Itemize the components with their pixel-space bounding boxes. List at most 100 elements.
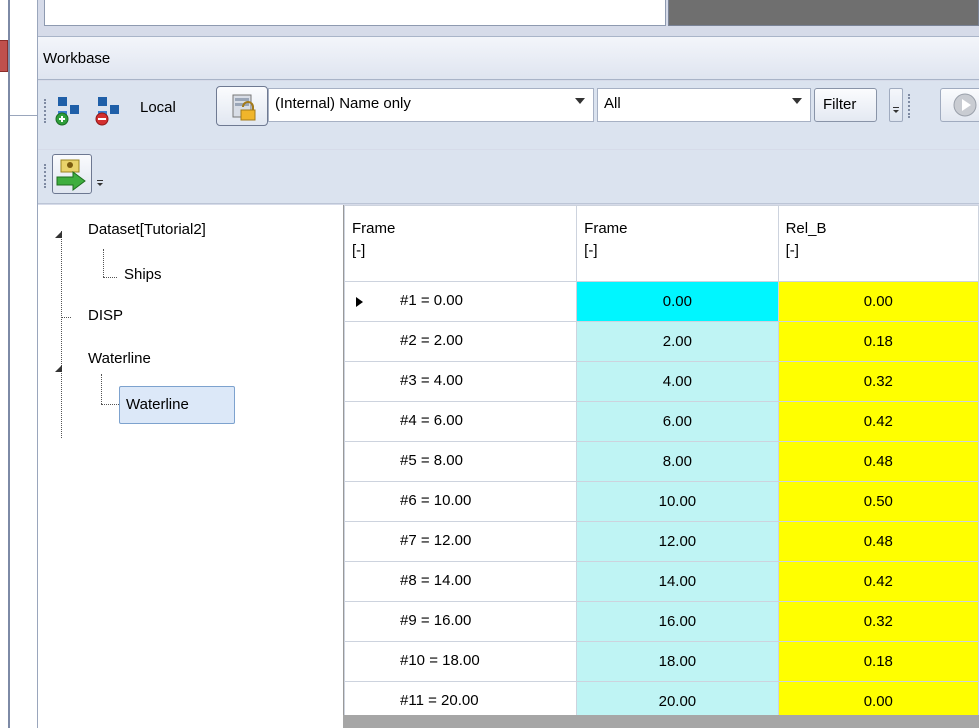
row-header[interactable]: #4 = 6.00 [343, 401, 578, 442]
lock-db-icon [232, 94, 256, 121]
workbase-toolbar: Local (Internal) Name only All Filter [38, 81, 979, 149]
remove-dataset-icon[interactable] [90, 85, 128, 129]
cell-rel-b[interactable]: 0.48 [777, 441, 979, 482]
data-grid: Frame [-] Frame [-] Rel_B [-] #1 = 0.00 0… [343, 205, 979, 728]
cell-rel-b[interactable]: 0.50 [777, 481, 979, 522]
tree-item-waterline-selected[interactable]: Waterline [119, 386, 235, 424]
row-header[interactable]: #7 = 12.00 [343, 521, 578, 562]
cell-rel-b[interactable]: 0.48 [777, 521, 979, 562]
dock-divider [8, 0, 10, 728]
table-row[interactable]: #4 = 6.00 6.00 0.42 [343, 401, 979, 442]
current-row-indicator-icon [356, 297, 363, 307]
overflow-arrow-icon [97, 180, 103, 186]
play-icon [953, 93, 977, 117]
add-dataset-icon[interactable] [50, 85, 88, 129]
row-header[interactable]: #5 = 8.00 [343, 441, 578, 482]
chevron-down-icon [792, 98, 802, 104]
column-header-row-label[interactable]: Frame [-] [343, 205, 578, 282]
dock-separator [10, 115, 38, 116]
column-name: Frame [584, 220, 628, 237]
row-header[interactable]: #6 = 10.00 [343, 481, 578, 522]
cell-rel-b[interactable]: 0.32 [777, 601, 979, 642]
tree-connector [101, 374, 102, 404]
run-button[interactable] [940, 88, 979, 122]
export-button[interactable] [52, 154, 92, 194]
row-label: #4 = 6.00 [400, 412, 463, 429]
column-unit: [-] [352, 242, 366, 259]
local-label: Local [140, 99, 176, 116]
filter-scope-dropdown[interactable]: All [597, 88, 811, 122]
cell-frame[interactable]: 14.00 [576, 561, 779, 602]
table-header-row: Frame [-] Frame [-] Rel_B [-] [343, 205, 979, 282]
toolbar-grip[interactable] [44, 99, 49, 123]
column-header-frame[interactable]: Frame [-] [576, 205, 779, 282]
table-row[interactable]: #1 = 0.00 0.00 0.00 [343, 281, 979, 322]
row-label: #2 = 2.00 [400, 332, 463, 349]
cell-frame[interactable]: 6.00 [576, 401, 779, 442]
column-name: Frame [352, 220, 396, 237]
name-mode-dropdown[interactable]: (Internal) Name only [268, 88, 594, 122]
row-header[interactable]: #2 = 2.00 [343, 321, 578, 362]
row-header[interactable]: #1 = 0.00 [343, 281, 578, 322]
dock-tab[interactable] [0, 40, 8, 72]
collapse-icon[interactable] [55, 231, 62, 238]
row-label: #7 = 12.00 [400, 532, 472, 549]
row-label: #6 = 10.00 [400, 492, 472, 509]
tree-connector [61, 231, 62, 438]
tree-item-waterline-group[interactable]: Waterline [88, 350, 151, 367]
toolbar-overflow-button[interactable] [889, 88, 903, 122]
left-dock-strip [0, 0, 38, 728]
row-header[interactable]: #8 = 14.00 [343, 561, 578, 602]
table-row[interactable]: #9 = 16.00 16.00 0.32 [343, 601, 979, 642]
row-header[interactable]: #3 = 4.00 [343, 361, 578, 402]
table-row[interactable]: #5 = 8.00 8.00 0.48 [343, 441, 979, 482]
column-header-rel-b[interactable]: Rel_B [-] [777, 205, 979, 282]
cell-rel-b[interactable]: 0.32 [777, 361, 979, 402]
cell-frame[interactable]: 12.00 [576, 521, 779, 562]
cell-rel-b[interactable]: 0.42 [777, 561, 979, 602]
horizontal-scrollbar[interactable] [343, 715, 979, 728]
cell-frame[interactable]: 8.00 [576, 441, 779, 482]
top-panel-dark [668, 0, 979, 26]
chevron-down-icon [575, 98, 585, 104]
collapse-icon[interactable] [55, 365, 62, 372]
cell-frame[interactable]: 4.00 [576, 361, 779, 402]
export-arrow-icon [56, 159, 86, 191]
table-row[interactable]: #3 = 4.00 4.00 0.32 [343, 361, 979, 402]
row-label: #11 = 20.00 [400, 692, 479, 709]
table-row[interactable]: #6 = 10.00 10.00 0.50 [343, 481, 979, 522]
tree-item-dataset[interactable]: Dataset[Tutorial2] [88, 221, 206, 238]
tree-item-ships[interactable]: Ships [124, 266, 162, 283]
cell-rel-b[interactable]: 0.18 [777, 641, 979, 682]
cell-rel-b[interactable]: 0.18 [777, 321, 979, 362]
waterline-table: Frame [-] Frame [-] Rel_B [-] #1 = 0.00 0… [343, 205, 979, 722]
table-row[interactable]: #8 = 14.00 14.00 0.42 [343, 561, 979, 602]
table-row[interactable]: #2 = 2.00 2.00 0.18 [343, 321, 979, 362]
name-lock-button[interactable] [216, 86, 268, 126]
tree-connector [61, 317, 71, 318]
cell-frame[interactable]: 0.00 [576, 281, 779, 322]
cell-frame[interactable]: 10.00 [576, 481, 779, 522]
table-row[interactable]: #7 = 12.00 12.00 0.48 [343, 521, 979, 562]
toolbar-grip[interactable] [44, 164, 49, 188]
cell-frame[interactable]: 18.00 [576, 641, 779, 682]
row-label: #9 = 16.00 [400, 612, 472, 629]
filter-scope-value: All [604, 95, 621, 112]
table-row[interactable]: #10 = 18.00 18.00 0.18 [343, 641, 979, 682]
row-header[interactable]: #10 = 18.00 [343, 641, 578, 682]
tree-item-disp[interactable]: DISP [88, 307, 123, 324]
toolbar-overflow-button[interactable] [94, 168, 106, 190]
row-label: #3 = 4.00 [400, 372, 463, 389]
row-label: #10 = 18.00 [400, 652, 480, 669]
cell-rel-b[interactable]: 0.42 [777, 401, 979, 442]
row-label: #5 = 8.00 [400, 452, 463, 469]
cell-frame[interactable]: 16.00 [576, 601, 779, 642]
filter-button[interactable]: Filter [814, 88, 877, 122]
toolbar-grip[interactable] [908, 94, 913, 118]
cell-rel-b[interactable]: 0.00 [777, 281, 979, 322]
top-panel [44, 0, 666, 26]
tree-connector [103, 249, 104, 277]
overflow-arrow-icon [893, 107, 899, 113]
row-header[interactable]: #9 = 16.00 [343, 601, 578, 642]
cell-frame[interactable]: 2.00 [576, 321, 779, 362]
